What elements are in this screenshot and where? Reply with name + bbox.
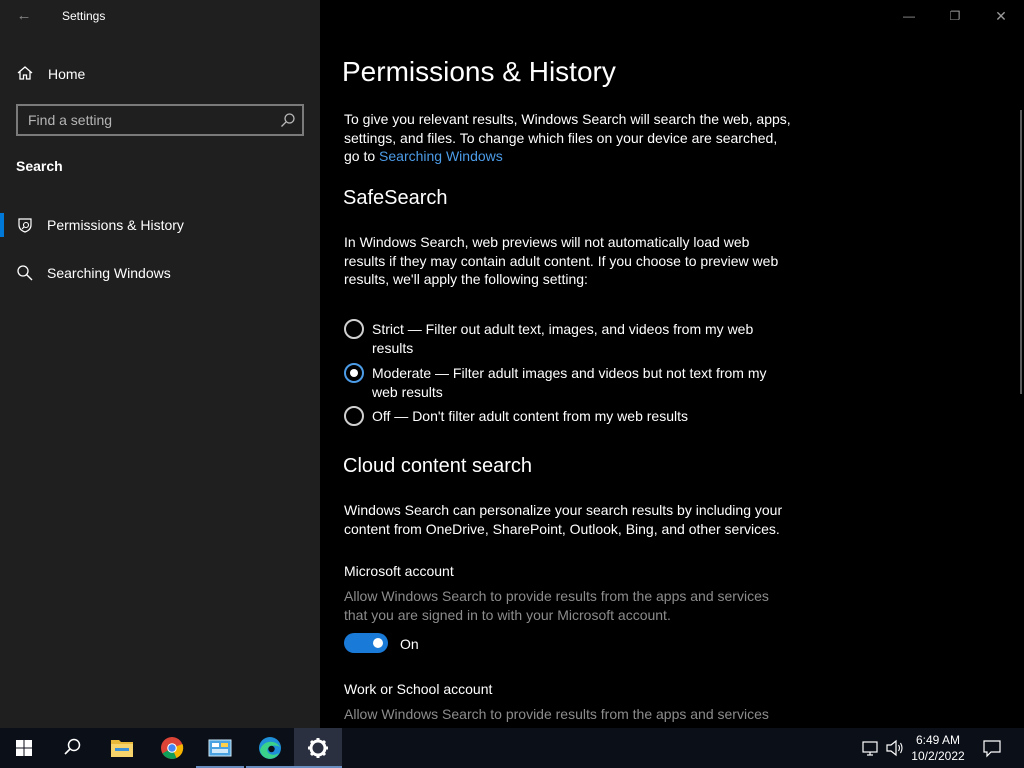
- work-account-heading: Work or School account: [344, 681, 493, 697]
- microsoft-account-toggle[interactable]: [344, 633, 388, 653]
- cloud-search-heading: Cloud content search: [343, 455, 533, 477]
- searching-windows-link[interactable]: Searching Windows: [379, 148, 503, 164]
- radio-label: Moderate — Filter adult images and video…: [372, 365, 767, 400]
- gear-icon: [308, 738, 328, 758]
- microsoft-account-heading: Microsoft account: [344, 563, 454, 579]
- intro-text: To give you relevant results, Windows Se…: [344, 110, 794, 166]
- sidebar-item-searching-windows[interactable]: Searching Windows: [0, 255, 320, 291]
- main-content: Permissions & History To give you releva…: [320, 32, 1024, 728]
- radio-button[interactable]: [344, 363, 364, 383]
- shield-search-icon: [18, 218, 32, 233]
- title-bar: ← Settings: [0, 0, 320, 32]
- settings-sidebar: ← Settings Home Search Permissions & His…: [0, 0, 320, 728]
- home-icon: [17, 66, 33, 80]
- sidebar-section-title: Search: [16, 158, 63, 174]
- maximize-button[interactable]: ❐: [932, 0, 978, 32]
- file-explorer-button[interactable]: [98, 728, 146, 768]
- close-button[interactable]: ✕: [978, 0, 1024, 32]
- cloud-search-description: Windows Search can personalize your sear…: [344, 502, 783, 537]
- clock-date: 10/2/2022: [911, 749, 965, 763]
- search-icon[interactable]: [280, 112, 296, 128]
- work-account-description: Allow Windows Search to provide results …: [344, 706, 769, 722]
- page-title: Permissions & History: [342, 56, 616, 87]
- minimize-button[interactable]: —: [886, 0, 932, 32]
- radio-button[interactable]: [344, 406, 364, 426]
- sidebar-item-permissions-history[interactable]: Permissions & History: [0, 207, 320, 243]
- home-label: Home: [48, 66, 86, 82]
- sidebar-item-label: Searching Windows: [47, 265, 171, 281]
- volume-icon[interactable]: [884, 728, 906, 768]
- chrome-button[interactable]: [148, 728, 196, 768]
- safesearch-description: In Windows Search, web previews will not…: [344, 234, 779, 287]
- toggle-state-label: On: [400, 636, 419, 652]
- selection-indicator: [0, 213, 4, 237]
- find-setting-box[interactable]: [16, 104, 304, 136]
- toggle-knob: [373, 638, 383, 648]
- edge-icon: [259, 737, 281, 759]
- system-clock[interactable]: 6:49 AM 10/2/2022: [906, 732, 970, 764]
- app-title: Settings: [62, 9, 106, 23]
- control-panel-button[interactable]: [196, 728, 244, 768]
- edge-button[interactable]: [246, 728, 294, 768]
- sidebar-item-label: Permissions & History: [47, 217, 184, 233]
- settings-taskbar-button[interactable]: [294, 728, 342, 768]
- microsoft-account-description: Allow Windows Search to provide results …: [344, 588, 769, 623]
- search-icon: [17, 265, 33, 281]
- search-icon: [64, 738, 81, 755]
- radio-label: Off — Don't filter adult content from my…: [372, 408, 688, 424]
- scrollbar[interactable]: [1020, 110, 1022, 394]
- clock-time: 6:49 AM: [915, 733, 961, 747]
- sidebar-item-home[interactable]: Home: [0, 56, 320, 90]
- radio-button[interactable]: [344, 319, 364, 339]
- windows-logo-icon: [16, 740, 32, 756]
- network-icon[interactable]: [860, 728, 882, 768]
- notification-center-icon[interactable]: [978, 728, 1006, 768]
- taskbar-search-button[interactable]: [48, 728, 96, 768]
- find-setting-input[interactable]: [18, 106, 268, 134]
- radio-label: Strict — Filter out adult text, images, …: [372, 321, 754, 356]
- radio-option-moderate[interactable]: Moderate — Filter adult images and video…: [344, 363, 804, 403]
- taskbar: 6:49 AM 10/2/2022: [0, 728, 1024, 768]
- control-panel-icon: [208, 739, 232, 757]
- chrome-icon: [161, 737, 184, 759]
- radio-option-strict[interactable]: Strict — Filter out adult text, images, …: [344, 319, 804, 359]
- safesearch-heading: SafeSearch: [343, 187, 448, 209]
- radio-option-off[interactable]: Off — Don't filter adult content from my…: [344, 406, 804, 428]
- folder-icon: [111, 740, 133, 757]
- start-button[interactable]: [0, 728, 48, 768]
- back-arrow-icon[interactable]: ←: [12, 5, 36, 27]
